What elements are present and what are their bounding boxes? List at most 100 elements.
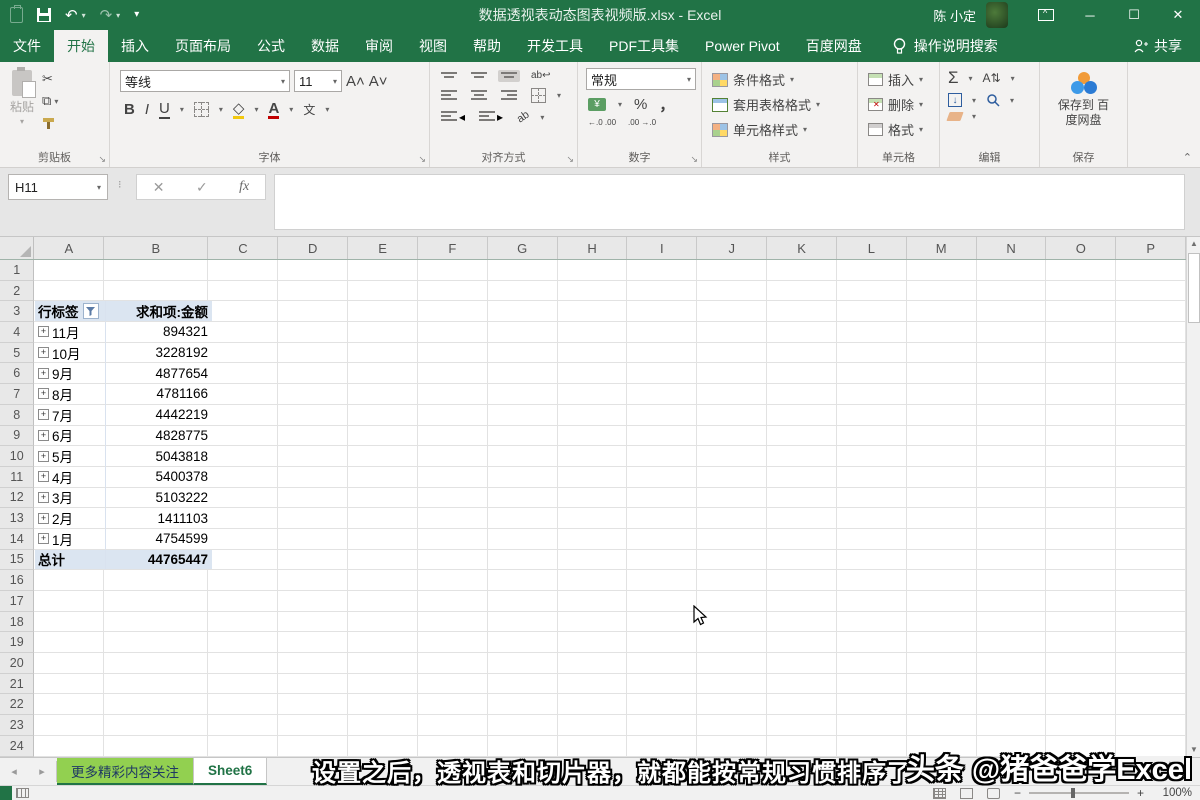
sheet-tab-promo[interactable]: 更多精彩内容关注 xyxy=(57,758,194,785)
grid-cell-O17[interactable] xyxy=(1046,591,1117,612)
grid-cell-E9[interactable] xyxy=(348,425,418,447)
wrap-text-icon[interactable]: ab↩ xyxy=(528,68,554,83)
macro-record-icon[interactable] xyxy=(16,788,29,798)
pivot-total-value[interactable]: 44765447 xyxy=(106,549,212,571)
expand-icon[interactable]: + xyxy=(38,533,49,545)
grid-cell-G2[interactable] xyxy=(487,280,558,302)
orientation-dropdown-icon[interactable]: ▾ xyxy=(540,113,544,122)
grid-cell-L6[interactable] xyxy=(836,363,907,385)
grid-cell-I22[interactable] xyxy=(627,694,698,716)
grid-cell-H22[interactable] xyxy=(557,694,628,716)
grid-cell-E7[interactable] xyxy=(348,384,418,405)
underline-dropdown-icon[interactable]: ▾ xyxy=(180,105,184,114)
grid-cell-K21[interactable] xyxy=(767,673,837,695)
pivot-value-cell[interactable]: 3228192 xyxy=(106,342,212,364)
tell-me-search[interactable]: 操作说明搜索 xyxy=(893,30,998,62)
grid-cell-C9[interactable] xyxy=(208,425,279,447)
grid-cell-M12[interactable] xyxy=(906,487,977,509)
grid-cell-H23[interactable] xyxy=(557,715,628,736)
grid-cell-L22[interactable] xyxy=(836,694,907,716)
row-header-14[interactable]: 14 xyxy=(0,528,35,550)
grid-cell-I2[interactable] xyxy=(627,280,698,302)
grid-cell-E14[interactable] xyxy=(348,528,418,550)
grid-cell-K11[interactable] xyxy=(767,466,837,488)
zoom-percent[interactable]: 100% xyxy=(1158,787,1192,799)
grid-cell-I9[interactable] xyxy=(627,425,698,447)
grid-cell-J10[interactable] xyxy=(697,446,768,467)
grid-cell-G3[interactable] xyxy=(487,301,558,323)
expand-icon[interactable]: + xyxy=(38,367,49,379)
grid-cell-K6[interactable] xyxy=(767,363,837,385)
grid-cell-M8[interactable] xyxy=(906,404,977,426)
grid-cell-M21[interactable] xyxy=(906,673,977,695)
grid-cell-D23[interactable] xyxy=(278,715,349,736)
grid-cell-G13[interactable] xyxy=(487,508,558,529)
save-icon[interactable] xyxy=(37,8,51,22)
grid-cell-C19[interactable] xyxy=(208,632,279,654)
grid-cell-A20[interactable] xyxy=(34,653,105,674)
grid-cell-F21[interactable] xyxy=(417,673,488,695)
grid-cell-D16[interactable] xyxy=(278,570,349,591)
expand-icon[interactable]: + xyxy=(38,512,49,524)
grid-cell-B20[interactable] xyxy=(104,653,209,674)
pivot-label-cell[interactable]: +7月 xyxy=(35,404,106,426)
font-dialog-launcher[interactable]: ↘ xyxy=(418,154,426,165)
grid-cell-C20[interactable] xyxy=(208,653,279,674)
grid-cell-F19[interactable] xyxy=(417,632,488,654)
row-header-7[interactable]: 7 xyxy=(0,384,35,405)
grid-cell-M10[interactable] xyxy=(906,446,977,467)
column-header-B[interactable]: B xyxy=(104,237,209,259)
grid-cell-P18[interactable] xyxy=(1116,611,1186,633)
row-header-10[interactable]: 10 xyxy=(0,446,35,467)
grid-cell-E3[interactable] xyxy=(348,301,418,323)
grid-cell-M13[interactable] xyxy=(906,508,977,529)
expand-icon[interactable]: + xyxy=(38,388,49,400)
grid-cell-H11[interactable] xyxy=(557,466,628,488)
grid-cell-B17[interactable] xyxy=(104,591,209,612)
grid-cell-G17[interactable] xyxy=(487,591,558,612)
grid-cell-P23[interactable] xyxy=(1116,715,1186,736)
grid-cell-P21[interactable] xyxy=(1116,673,1186,695)
pivot-label-cell[interactable]: +8月 xyxy=(35,384,106,405)
grid-cell-H6[interactable] xyxy=(557,363,628,385)
grid-cell-J12[interactable] xyxy=(697,487,768,509)
ribbon-display-options-button[interactable] xyxy=(1024,0,1068,30)
grid-cell-P22[interactable] xyxy=(1116,694,1186,716)
conditional-formatting-button[interactable]: 条件格式 ▾ xyxy=(712,70,847,89)
comma-style-icon[interactable]: ， xyxy=(659,94,674,115)
pivot-value-cell[interactable]: 5043818 xyxy=(106,446,212,467)
decrease-indent-icon[interactable]: ◂ xyxy=(438,108,468,126)
grid-cell-L16[interactable] xyxy=(836,570,907,591)
grid-cell-A19[interactable] xyxy=(34,632,105,654)
grid-cell-H4[interactable] xyxy=(557,322,628,343)
grid-cell-O20[interactable] xyxy=(1046,653,1117,674)
grid-cell-N7[interactable] xyxy=(976,384,1047,405)
underline-button[interactable]: U xyxy=(159,100,170,119)
grid-cell-J20[interactable] xyxy=(697,653,768,674)
grid-cell-M14[interactable] xyxy=(906,528,977,550)
grid-cell-F15[interactable] xyxy=(417,549,488,571)
sheet-nav-left-icon[interactable]: ◂ xyxy=(0,758,28,785)
clear-icon[interactable] xyxy=(946,112,964,121)
grid-cell-B16[interactable] xyxy=(104,570,209,591)
grid-cell-D20[interactable] xyxy=(278,653,349,674)
pivot-label-cell[interactable]: +4月 xyxy=(35,466,106,488)
find-select-icon[interactable] xyxy=(986,93,1000,107)
accounting-format-icon[interactable]: ¥ xyxy=(588,98,606,111)
grid-cell-E4[interactable] xyxy=(348,322,418,343)
grid-cell-I17[interactable] xyxy=(627,591,698,612)
grid-cell-K3[interactable] xyxy=(767,301,837,323)
pivot-total-label[interactable]: 总计 xyxy=(35,549,106,571)
pivot-value-cell[interactable]: 4828775 xyxy=(106,425,212,447)
grid-cell-E20[interactable] xyxy=(348,653,418,674)
grid-cell-L2[interactable] xyxy=(836,280,907,302)
align-left-icon[interactable] xyxy=(438,88,460,104)
grid-cell-G5[interactable] xyxy=(487,342,558,364)
grid-cell-N9[interactable] xyxy=(976,425,1047,447)
grid-cell-H1[interactable] xyxy=(557,260,628,281)
grid-cell-C10[interactable] xyxy=(208,446,279,467)
grid-cell-J8[interactable] xyxy=(697,404,768,426)
grid-cell-O13[interactable] xyxy=(1046,508,1117,529)
insert-cells-button[interactable]: 插入 ▾ xyxy=(868,70,929,89)
grid-cell-D2[interactable] xyxy=(278,280,349,302)
